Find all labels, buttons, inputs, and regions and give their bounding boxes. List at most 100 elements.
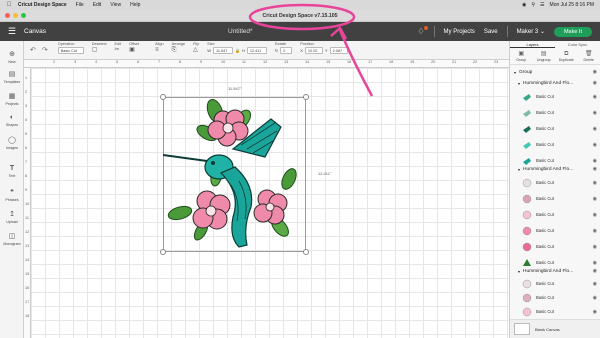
layer-subgroup[interactable]: ▾ Hummingbird And Flo... ◉: [510, 78, 600, 88]
layer-item[interactable]: Basic Cut ◉: [510, 223, 600, 238]
eye-icon[interactable]: ◉: [593, 196, 597, 202]
notification-bell-icon[interactable]: ♢: [417, 26, 428, 36]
eye-icon[interactable]: ◉: [593, 244, 597, 250]
eye-icon[interactable]: ◉: [593, 281, 597, 287]
hamburger-menu-icon[interactable]: ☰: [0, 26, 24, 37]
ungroup-button[interactable]: ▤ Ungroup: [533, 48, 556, 64]
sidebar-item-text[interactable]: T Text: [0, 165, 24, 178]
sidebar-item-phrases[interactable]: ❝ Phrases: [0, 189, 24, 202]
sidebar-item-monogram[interactable]: ◫ Monogram: [0, 233, 24, 246]
eye-icon[interactable]: ◉: [593, 228, 597, 234]
layer-item-label: Basic Cut: [536, 180, 554, 185]
layer-item[interactable]: Basic Cut ◉: [510, 89, 600, 104]
layer-item-label: Basic Cut: [536, 244, 554, 249]
menu-view[interactable]: View: [110, 2, 121, 8]
sidebar-item-new[interactable]: ⊕ New: [0, 51, 24, 64]
ungroup-label: Ungroup: [536, 57, 551, 62]
eye-icon[interactable]: ◉: [593, 260, 597, 266]
upload-icon: ↥: [9, 211, 15, 218]
layer-item-label: Basic Cut: [536, 94, 554, 99]
eye-icon[interactable]: ◉: [593, 309, 597, 315]
flower-bottom-left: [192, 190, 231, 230]
blank-canvas-layer[interactable]: Blank Canvas: [510, 319, 600, 338]
control-center-icon[interactable]: ☰: [540, 2, 544, 8]
rotate-label: Rotate: [274, 42, 287, 46]
panel-tabs: Layers Color Sync: [510, 41, 600, 48]
document-title[interactable]: Untitled*: [228, 28, 253, 35]
blank-canvas-swatch[interactable]: [514, 323, 530, 335]
zoom-window-icon[interactable]: [21, 13, 26, 18]
rotate-input[interactable]: 0: [280, 47, 293, 54]
sidebar-item-projects[interactable]: ▦ Projects: [0, 93, 24, 106]
layer-item[interactable]: Basic Cut ◉: [510, 175, 600, 190]
eye-icon[interactable]: ◉: [593, 295, 597, 301]
hummingbird-flower-artwork[interactable]: [163, 97, 306, 252]
minimize-window-icon[interactable]: [13, 13, 18, 18]
ruler-tick-label: 6: [137, 60, 140, 64]
menu-help[interactable]: Help: [130, 2, 140, 8]
apple-icon[interactable]: : [0, 2, 18, 8]
eye-icon[interactable]: ◉: [593, 166, 597, 172]
redo-icon[interactable]: ↷: [42, 46, 48, 54]
chevron-down-icon: ▾: [518, 80, 521, 86]
menubar-clock[interactable]: Mon Jul 25 8:16 PM: [550, 2, 594, 8]
eye-icon[interactable]: ◉: [593, 268, 597, 274]
menu-app-name[interactable]: Cricut Design Space: [18, 2, 67, 8]
size-w-input[interactable]: 11.547: [213, 47, 234, 54]
ruler-tick-label: 11: [242, 60, 246, 64]
eye-icon[interactable]: ◉: [593, 80, 597, 86]
operation-select[interactable]: Basic Cut: [57, 47, 84, 54]
layer-item[interactable]: Basic Cut ◉: [510, 290, 600, 305]
lock-icon[interactable]: 🔒: [235, 48, 240, 53]
layer-item[interactable]: Basic Cut ◉: [510, 276, 600, 291]
tab-color-sync[interactable]: Color Sync: [555, 41, 600, 48]
group-button[interactable]: ▣ Group: [510, 48, 533, 64]
pos-x-input[interactable]: 10.02: [304, 47, 323, 54]
eye-icon[interactable]: ◉: [593, 126, 597, 132]
layer-item[interactable]: Basic Cut ◉: [510, 121, 600, 136]
eye-icon[interactable]: ◉: [593, 142, 597, 148]
layer-group-top[interactable]: ▾ Group ◉: [510, 67, 600, 77]
pos-y-input[interactable]: 2.087: [329, 47, 348, 54]
chevron-down-icon: ▾: [514, 69, 517, 75]
menu-file[interactable]: File: [76, 2, 84, 8]
save-button[interactable]: Save: [484, 29, 498, 35]
deselect-icon[interactable]: ▢: [92, 47, 98, 54]
layer-item[interactable]: Basic Cut ◉: [510, 105, 600, 120]
size-h-input[interactable]: 12.411: [246, 47, 267, 54]
layer-item[interactable]: Basic Cut ◉: [510, 239, 600, 254]
menu-edit[interactable]: Edit: [93, 2, 102, 8]
arrange-icon[interactable]: ⎘: [172, 47, 177, 54]
make-it-button[interactable]: Make It: [553, 26, 592, 37]
undo-icon[interactable]: ↶: [30, 46, 36, 54]
duplicate-button[interactable]: ⧉ Duplicate: [555, 48, 578, 64]
close-window-icon[interactable]: [5, 13, 10, 18]
layer-subgroup[interactable]: ▾ Hummingbird And Flo... ◉: [510, 164, 600, 174]
sidebar-item-templates[interactable]: ▤ Templates: [0, 71, 24, 84]
sidebar-item-shapes[interactable]: ◐ Shapes: [0, 114, 24, 127]
my-projects-link[interactable]: My Projects: [444, 29, 475, 35]
align-icon[interactable]: ≡: [155, 47, 159, 54]
eye-icon[interactable]: ◉: [593, 180, 597, 186]
eye-icon[interactable]: ◉: [593, 212, 597, 218]
delete-button[interactable]: 🗑 Delete: [578, 48, 600, 64]
layer-item[interactable]: Basic Cut ◉: [510, 137, 600, 152]
search-icon[interactable]: ⚲: [531, 2, 535, 8]
eye-icon[interactable]: ◉: [593, 69, 597, 75]
layer-item[interactable]: Basic Cut ◉: [510, 207, 600, 222]
scissors-icon[interactable]: ✂: [115, 47, 120, 54]
offset-icon[interactable]: ▣: [129, 47, 135, 54]
tab-layers[interactable]: Layers: [510, 41, 555, 48]
layer-subgroup[interactable]: ▾ Hummingbird And Flo... ◉: [510, 266, 600, 276]
layer-item[interactable]: Basic Cut ◉: [510, 304, 600, 319]
eye-icon[interactable]: ◉: [593, 110, 597, 116]
eye-icon[interactable]: ◉: [593, 94, 597, 100]
eye-icon[interactable]: ◉: [593, 158, 597, 164]
flip-icon[interactable]: △: [193, 47, 198, 54]
shapes-icon: ◐: [9, 114, 15, 121]
sidebar-item-images[interactable]: ◯ Images: [0, 137, 24, 150]
sidebar-item-upload[interactable]: ↥ Upload: [0, 211, 24, 224]
machine-select[interactable]: Maker 3 ⌄: [517, 28, 545, 35]
layer-item[interactable]: Basic Cut ◉: [510, 191, 600, 206]
wifi-icon[interactable]: ◉: [522, 2, 526, 8]
